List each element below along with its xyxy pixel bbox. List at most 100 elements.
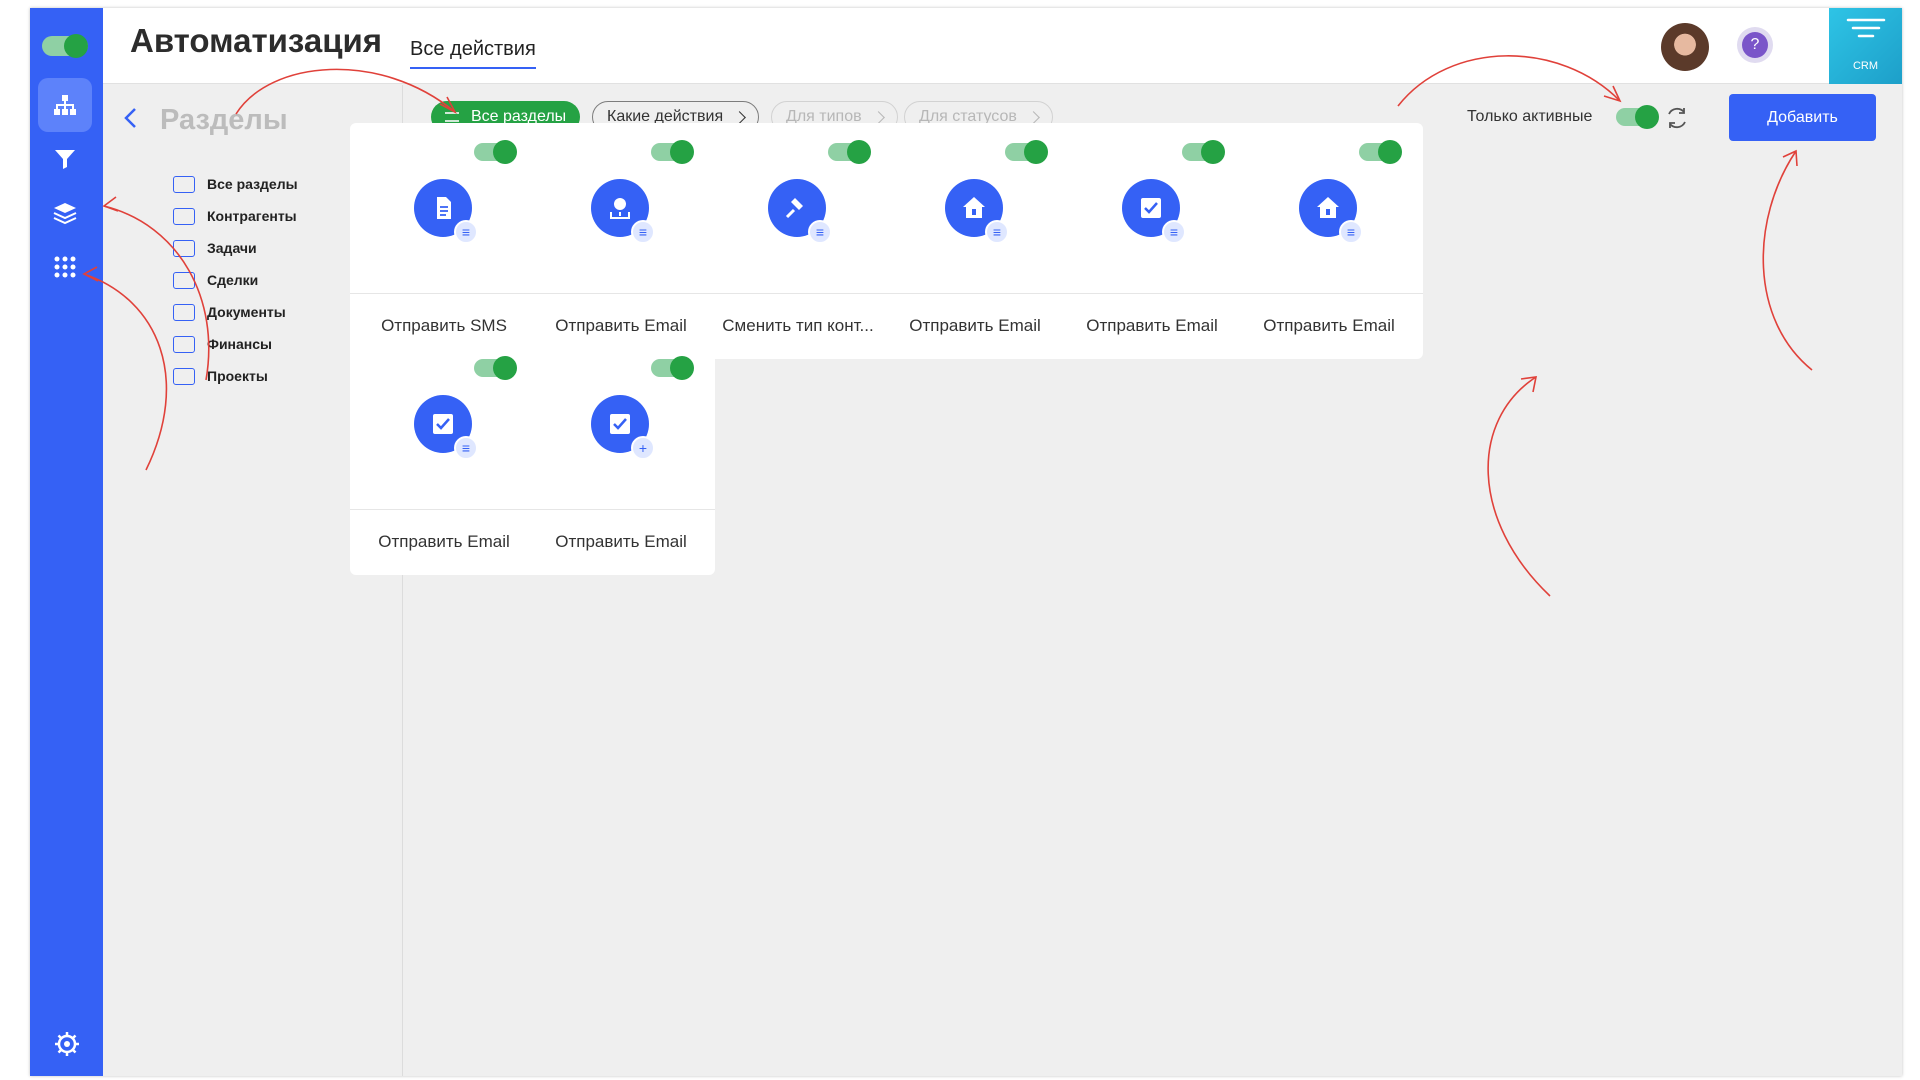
- card-label: Отправить Email: [378, 532, 510, 551]
- checkbox-icon: [433, 414, 453, 434]
- card-active-toggle[interactable]: [474, 356, 517, 380]
- sitemap-icon: [54, 95, 76, 115]
- section-name: Контрагенты: [207, 208, 297, 224]
- money-download-icon: [610, 198, 630, 219]
- action-card[interactable]: ≡ Отправить Email: [1058, 123, 1246, 359]
- action-card[interactable]: ≡ Отправить SMS: [350, 123, 538, 359]
- rail-toggle-knob: [64, 34, 88, 58]
- toggle-knob: [670, 356, 694, 380]
- card-active-toggle[interactable]: [1359, 140, 1402, 164]
- action-card[interactable]: ≡ Отправить Email: [1235, 123, 1423, 359]
- gavel-icon: [785, 198, 803, 219]
- rail-item-layers[interactable]: [38, 186, 92, 240]
- section-name: Проекты: [207, 368, 268, 384]
- card-label: Отправить Email: [555, 316, 687, 335]
- refresh-icon[interactable]: [1664, 105, 1690, 131]
- action-card[interactable]: ≡ Сменить тип конт...: [704, 123, 892, 359]
- folder-icon: [173, 239, 195, 257]
- checkbox-icon: [1141, 198, 1161, 218]
- crm-logo[interactable]: CRM: [1829, 8, 1902, 84]
- toggle-knob: [1635, 105, 1659, 129]
- rail-toggle[interactable]: [42, 34, 88, 58]
- chevron-right-icon: [871, 110, 885, 124]
- card-divider: [350, 293, 538, 294]
- help-icon: ?: [1742, 32, 1768, 58]
- card-label: Отправить Email: [555, 532, 687, 551]
- list-icon: ≡: [985, 220, 1009, 244]
- rail-item-filter[interactable]: [38, 132, 92, 186]
- card-label: Отправить SMS: [381, 316, 507, 335]
- add-button[interactable]: Добавить: [1729, 94, 1876, 141]
- action-card[interactable]: ≡ Отправить Email: [527, 123, 715, 359]
- card-divider: [881, 293, 1069, 294]
- section-name: Документы: [207, 304, 286, 320]
- chevron-right-icon: [1027, 110, 1040, 124]
- card-divider: [1058, 293, 1246, 294]
- layers-icon: [53, 203, 77, 225]
- settings-icon[interactable]: [53, 1030, 81, 1058]
- card-label: Отправить Email: [1263, 316, 1395, 335]
- list-icon: ≡: [631, 220, 655, 244]
- page-title: Автоматизация: [130, 22, 383, 59]
- card-active-toggle[interactable]: [1005, 140, 1048, 164]
- rail-item-automation[interactable]: [38, 78, 92, 132]
- card-active-toggle[interactable]: [1182, 140, 1225, 164]
- action-card[interactable]: ≡ Отправить Email: [350, 339, 538, 575]
- toggle-knob: [670, 140, 694, 164]
- section-name: Задачи: [207, 240, 257, 256]
- card-divider: [527, 509, 715, 510]
- left-rail: [30, 8, 103, 1076]
- list-icon: ≡: [1162, 220, 1186, 244]
- card-divider: [1235, 293, 1423, 294]
- card-active-toggle[interactable]: [651, 356, 694, 380]
- action-card[interactable]: ≡ Отправить Email: [881, 123, 1069, 359]
- app-window: Автоматизация Все действия ? CRM Разделы…: [30, 8, 1902, 1076]
- checkbox-icon: [610, 414, 630, 434]
- apps-grid-icon: [54, 256, 76, 278]
- top-header: Автоматизация Все действия ? CRM: [103, 8, 1902, 84]
- only-active-toggle[interactable]: [1616, 105, 1659, 129]
- toggle-knob: [1378, 140, 1402, 164]
- toggle-knob: [493, 140, 517, 164]
- folder-icon: [173, 335, 195, 353]
- card-active-toggle[interactable]: [651, 140, 694, 164]
- only-active-label: Только активные: [1467, 108, 1593, 125]
- section-name: Сделки: [207, 272, 259, 288]
- lines-icon: [445, 112, 459, 122]
- folder-icon: [173, 207, 195, 225]
- section-name: Все разделы: [207, 176, 298, 192]
- card-divider: [704, 293, 892, 294]
- help-button[interactable]: ?: [1737, 27, 1773, 63]
- folder-icon: [173, 271, 195, 289]
- card-active-toggle[interactable]: [828, 140, 871, 164]
- sections-title: Разделы: [160, 104, 288, 136]
- toggle-knob: [847, 140, 871, 164]
- rail-item-apps[interactable]: [38, 240, 92, 294]
- card-active-toggle[interactable]: [474, 140, 517, 164]
- list-icon: ≡: [808, 220, 832, 244]
- folder-icon: [173, 367, 195, 385]
- folder-icon: [173, 175, 195, 193]
- chevron-right-icon: [733, 110, 746, 124]
- list-icon: ≡: [1339, 220, 1363, 244]
- filter-icon: [55, 150, 75, 169]
- house-icon: [963, 197, 985, 218]
- back-arrow-icon[interactable]: [119, 106, 143, 130]
- card-label: Отправить Email: [1086, 316, 1218, 335]
- tab-all-actions[interactable]: Все действия: [410, 38, 536, 69]
- action-card[interactable]: + Отправить Email: [527, 339, 715, 575]
- list-icon: ≡: [454, 436, 478, 460]
- avatar[interactable]: [1661, 23, 1709, 71]
- card-label: Сменить тип конт...: [722, 316, 874, 335]
- crm-label: CRM: [1852, 60, 1879, 72]
- toggle-knob: [1024, 140, 1048, 164]
- list-icon: ≡: [454, 220, 478, 244]
- plus-icon: +: [631, 436, 655, 460]
- section-name: Финансы: [207, 336, 272, 352]
- crm-logo-icon: [1846, 18, 1885, 38]
- card-label: Отправить Email: [909, 316, 1041, 335]
- document-icon: [437, 197, 451, 219]
- toggle-knob: [1201, 140, 1225, 164]
- card-divider: [350, 509, 538, 510]
- folder-icon: [173, 303, 195, 321]
